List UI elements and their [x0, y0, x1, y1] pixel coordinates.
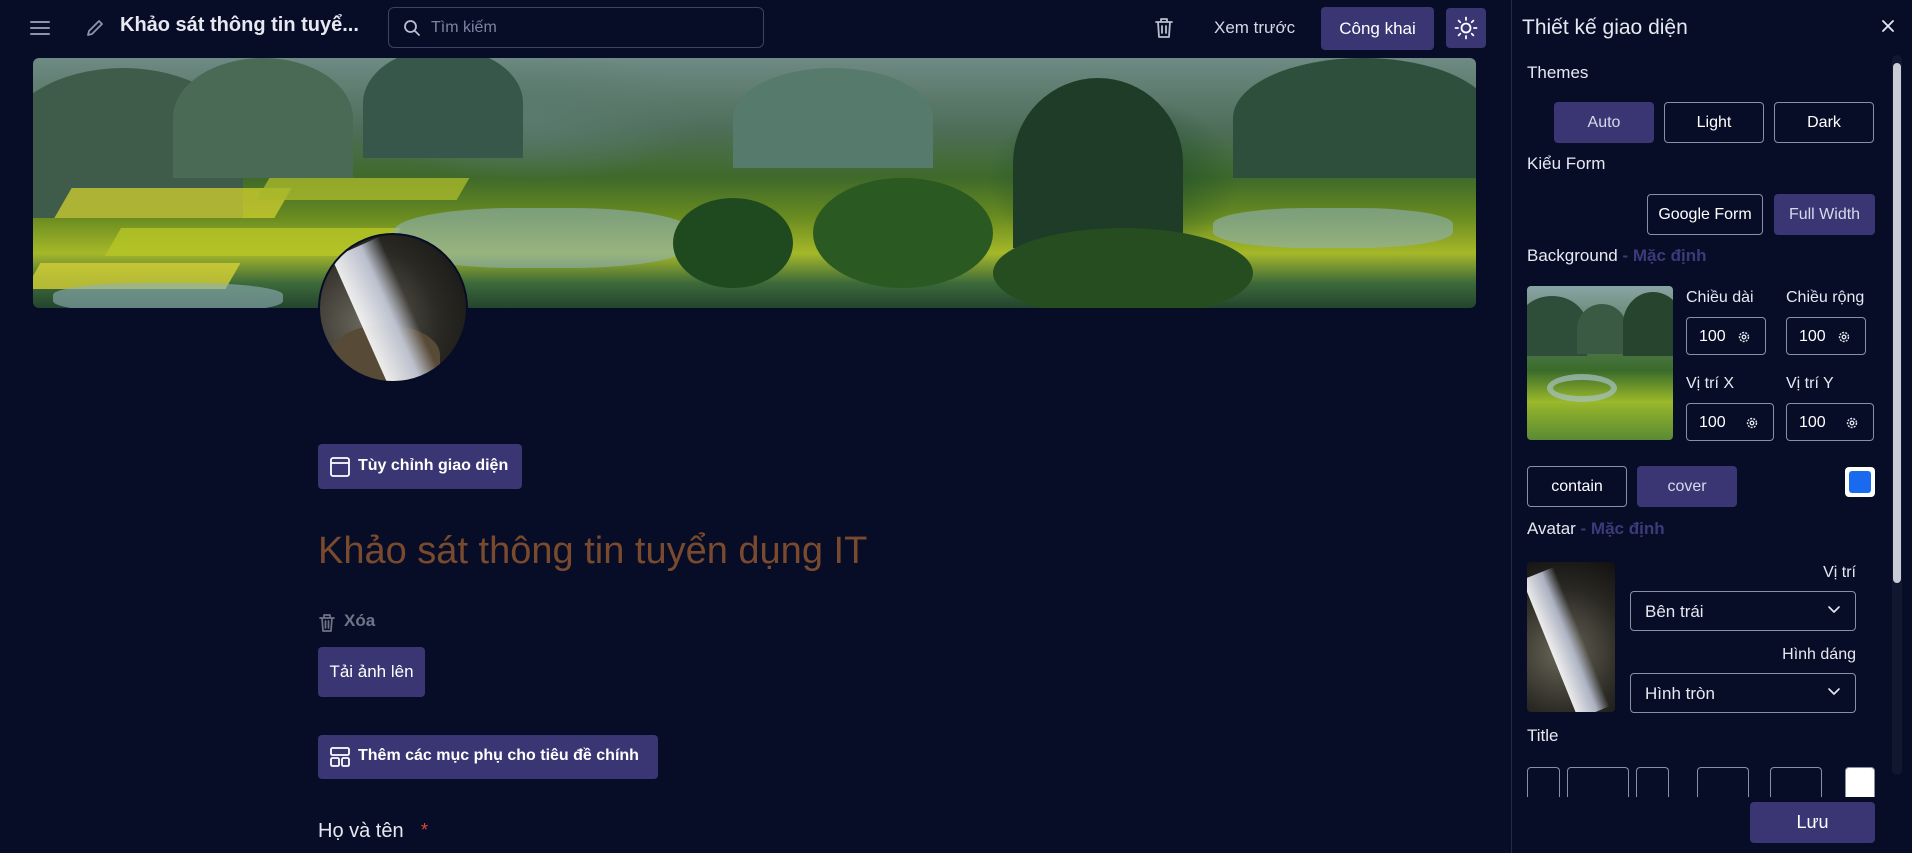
avatar-label: Avatar - Mặc định — [1527, 519, 1665, 539]
width-input[interactable]: 100 — [1786, 317, 1866, 355]
position-y-value: 100 — [1799, 414, 1826, 431]
themes-label: Themes — [1527, 63, 1589, 82]
upload-image-button[interactable]: Tải ảnh lên — [318, 647, 425, 697]
publish-button[interactable]: Công khai — [1321, 7, 1434, 50]
avatar-shape-select[interactable]: Hình tròn — [1630, 673, 1856, 713]
form-main-title[interactable]: Khảo sát thông tin tuyển dụng IT — [318, 530, 867, 573]
width-value: 100 — [1799, 328, 1826, 345]
search-box[interactable] — [388, 7, 764, 48]
theme-toggle-button[interactable] — [1446, 8, 1486, 48]
required-asterisk: * — [421, 820, 429, 840]
form-title[interactable]: Khảo sát thông tin tuyể... — [120, 14, 359, 37]
length-value: 100 — [1699, 328, 1726, 345]
background-label-text: Background — [1527, 246, 1618, 265]
title-text-style-button[interactable] — [1770, 767, 1822, 797]
fit-cover-button[interactable]: cover — [1637, 466, 1737, 507]
chevron-down-icon — [1828, 606, 1840, 613]
avatar-thumbnail[interactable] — [1527, 562, 1615, 712]
title-control[interactable] — [1636, 767, 1669, 797]
background-color-picker[interactable] — [1845, 467, 1875, 497]
background-thumbnail[interactable] — [1527, 286, 1673, 440]
position-x-input[interactable]: 100 — [1686, 403, 1774, 441]
theme-auto-button[interactable]: Auto — [1554, 102, 1654, 143]
trash-icon[interactable] — [1153, 16, 1175, 40]
form-style-google-button[interactable]: Google Form — [1647, 194, 1763, 235]
width-label: Chiều rộng — [1786, 289, 1865, 306]
avatar-shape-value: Hình tròn — [1645, 684, 1715, 703]
template-icon — [330, 747, 350, 767]
position-y-input[interactable]: 100 — [1786, 403, 1874, 441]
title-align-button[interactable] — [1697, 767, 1749, 797]
menu-icon[interactable] — [28, 17, 52, 39]
settings-icon[interactable] — [1737, 330, 1751, 344]
title-control[interactable] — [1527, 767, 1560, 797]
avatar-shape-label: Hình dáng — [1782, 646, 1856, 663]
position-x-label: Vị trí X — [1686, 375, 1735, 392]
length-input[interactable]: 100 — [1686, 317, 1766, 355]
position-y-label: Vị trí Y — [1786, 375, 1834, 392]
title-color-picker[interactable] — [1845, 767, 1875, 797]
top-bar: Khảo sát thông tin tuyể... Xem trước Côn… — [0, 0, 1510, 56]
chevron-down-icon — [1828, 688, 1840, 695]
fit-contain-button[interactable]: contain — [1527, 466, 1627, 507]
search-input[interactable] — [431, 16, 751, 40]
avatar-position-label: Vị trí — [1823, 564, 1856, 581]
theme-light-button[interactable]: Light — [1664, 102, 1764, 143]
position-x-value: 100 — [1699, 414, 1726, 431]
preview-button[interactable]: Xem trước — [1200, 8, 1309, 48]
customize-appearance-button[interactable]: Tùy chỉnh giao diện — [318, 444, 522, 489]
question-label-full-name: Họ và tên — [318, 820, 404, 842]
pencil-icon[interactable] — [84, 17, 106, 39]
background-default-link[interactable]: - Mặc định — [1618, 246, 1706, 265]
close-icon[interactable] — [1879, 17, 1897, 35]
avatar-position-value: Bên trái — [1645, 602, 1704, 621]
panel-title: Thiết kế giao diện — [1522, 16, 1688, 39]
cover-banner-image[interactable] — [33, 58, 1476, 308]
title-font-size-input[interactable] — [1567, 767, 1629, 797]
background-label: Background - Mặc định — [1527, 246, 1707, 266]
avatar-position-select[interactable]: Bên trái — [1630, 591, 1856, 631]
save-button[interactable]: Lưu — [1750, 802, 1875, 843]
avatar-image[interactable] — [318, 233, 468, 383]
title-section-label: Title — [1527, 726, 1559, 745]
design-panel: Thiết kế giao diện Themes Auto Light Dar… — [1511, 0, 1912, 853]
avatar-label-text: Avatar — [1527, 519, 1576, 538]
add-subtitle-items-button[interactable]: Thêm các mục phụ cho tiêu đề chính — [318, 735, 658, 779]
settings-icon[interactable] — [1837, 330, 1851, 344]
search-icon — [404, 20, 420, 36]
settings-icon[interactable] — [1745, 416, 1759, 430]
theme-dark-button[interactable]: Dark — [1774, 102, 1874, 143]
avatar-default-link[interactable]: - Mặc định — [1576, 519, 1665, 538]
settings-icon[interactable] — [1845, 416, 1859, 430]
layout-icon — [330, 457, 350, 477]
add-subtitle-items-label: Thêm các mục phụ cho tiêu đề chính — [358, 747, 639, 764]
sun-icon — [1454, 16, 1478, 40]
panel-scrollbar[interactable] — [1892, 55, 1902, 775]
length-label: Chiều dài — [1686, 289, 1754, 306]
trash-icon — [319, 614, 335, 632]
customize-appearance-label: Tùy chỉnh giao diện — [358, 457, 509, 474]
form-style-label: Kiểu Form — [1527, 154, 1606, 173]
form-style-full-width-button[interactable]: Full Width — [1774, 194, 1875, 235]
delete-label: Xóa — [344, 611, 376, 630]
